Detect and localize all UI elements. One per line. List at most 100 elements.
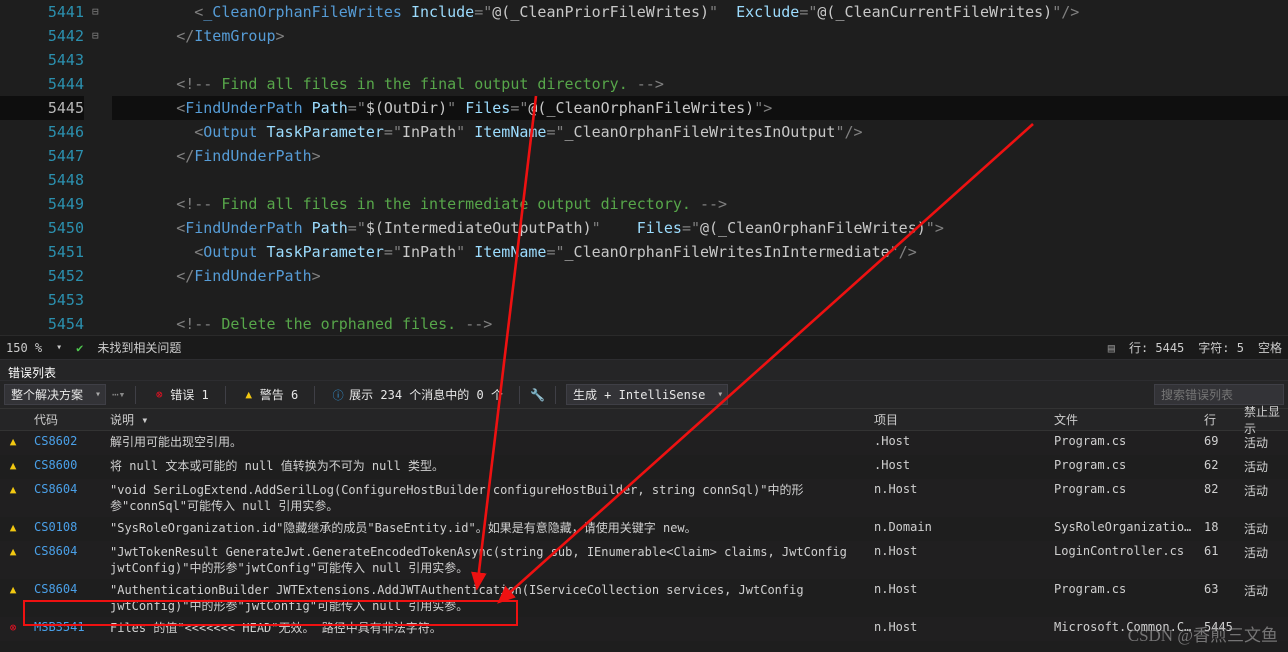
error-code[interactable]: CS8600 xyxy=(28,458,104,472)
error-code[interactable]: CS8604 xyxy=(28,482,104,496)
error-code[interactable]: CS8604 xyxy=(28,582,104,596)
line-number: 5447 xyxy=(0,144,84,168)
error-suppress: 活动 xyxy=(1238,434,1288,451)
error-project: n.Host xyxy=(868,482,1048,496)
error-line: 18 xyxy=(1198,520,1238,534)
build-filter-icon[interactable]: 🔧 xyxy=(530,388,545,402)
line-number: 5442 xyxy=(0,24,84,48)
annotation-highlight-box xyxy=(23,600,518,626)
code-line[interactable]: </ItemGroup> xyxy=(112,24,1288,48)
fold-toggle[interactable]: ⊟ xyxy=(92,0,112,24)
warning-icon: ▲ xyxy=(242,388,256,402)
warning-icon: ▲ xyxy=(6,521,20,535)
code-line[interactable]: </FindUnderPath> xyxy=(112,144,1288,168)
warning-icon: ▲ xyxy=(6,583,20,597)
col-code[interactable]: 代码 xyxy=(28,411,104,428)
error-desc: "SysRoleOrganization.id"隐藏继承的成员"BaseEnti… xyxy=(104,520,868,536)
error-row[interactable]: ▲CS8600将 null 文本或可能的 null 值转换为不可为 null 类… xyxy=(0,455,1288,479)
fold-gutter[interactable]: ⊟⊟ xyxy=(92,0,112,335)
error-desc: 将 null 文本或可能的 null 值转换为不可为 null 类型。 xyxy=(104,458,868,474)
error-project: n.Host xyxy=(868,544,1048,558)
line-number: 5454 xyxy=(0,312,84,336)
code-line[interactable]: <FindUnderPath Path="$(OutDir)" Files="@… xyxy=(112,96,1288,120)
line-number: 5445 xyxy=(0,96,84,120)
error-desc: "void SeriLogExtend.AddSerilLog(Configur… xyxy=(104,482,868,514)
error-file[interactable]: Program.cs xyxy=(1048,458,1198,472)
error-row[interactable]: ▲ CS0108"SysRoleOrganization.id"隐藏继承的成员"B… xyxy=(0,517,1288,541)
col-sup[interactable]: 禁止显示 xyxy=(1238,403,1288,437)
warning-icon: ▲ xyxy=(6,483,20,497)
health-check-icon: ✔ xyxy=(76,341,83,355)
error-code[interactable]: CS0108 xyxy=(28,520,104,534)
error-file[interactable]: SysRoleOrganization.cs xyxy=(1048,520,1198,534)
code-line[interactable]: <!-- Find all files in the intermediate … xyxy=(112,192,1288,216)
error-file[interactable]: Program.cs xyxy=(1048,482,1198,496)
error-code[interactable]: CS8604 xyxy=(28,544,104,558)
error-line: 63 xyxy=(1198,582,1238,596)
code-editor[interactable]: 5441544254435444544554465447544854495450… xyxy=(0,0,1288,335)
error-suppress: 活动 xyxy=(1238,458,1288,475)
errors-filter-button[interactable]: ⊗ 错误 1 xyxy=(146,384,214,406)
error-line: 82 xyxy=(1198,482,1238,496)
error-row[interactable]: ▲ CS8604"void SeriLogExtend.AddSerilLog(C… xyxy=(0,479,1288,517)
error-file[interactable]: Program.cs xyxy=(1048,582,1198,596)
zoom-level[interactable]: 150 % xyxy=(6,341,42,355)
error-list-tab[interactable]: 错误列表 xyxy=(0,359,1288,381)
error-row[interactable]: ▲ CS8604"JwtTokenResult GenerateJwt.Gener… xyxy=(0,541,1288,579)
editor-status-bar: 150 % ▾ ✔ 未找到相关问题 ▤ 行: 5445 字符: 5 空格 xyxy=(0,335,1288,359)
minimap-icon[interactable]: ▤ xyxy=(1108,341,1115,355)
error-icon: ⊗ xyxy=(6,621,20,635)
line-number: 5450 xyxy=(0,216,84,240)
error-line: 61 xyxy=(1198,544,1238,558)
separator xyxy=(519,386,520,404)
code-line[interactable]: <Output TaskParameter="InPath" ItemName=… xyxy=(112,240,1288,264)
col-proj[interactable]: 项目 xyxy=(868,411,1048,428)
code-line[interactable] xyxy=(112,48,1288,72)
error-line: 69 xyxy=(1198,434,1238,448)
error-project: n.Host xyxy=(868,582,1048,596)
whitespace-mode: 空格 xyxy=(1258,339,1282,356)
line-number: 5451 xyxy=(0,240,84,264)
code-line[interactable] xyxy=(112,168,1288,192)
build-dropdown[interactable]: 生成 + IntelliSense xyxy=(566,384,728,405)
col-line[interactable]: 行 xyxy=(1198,411,1238,428)
error-desc: "JwtTokenResult GenerateJwt.GenerateEnco… xyxy=(104,544,868,576)
warning-icon: ▲ xyxy=(6,545,20,559)
code-line[interactable]: <!-- Find all files in the final output … xyxy=(112,72,1288,96)
error-suppress: 活动 xyxy=(1238,582,1288,599)
separator xyxy=(225,386,226,404)
separator xyxy=(135,386,136,404)
col-file[interactable]: 文件 xyxy=(1048,411,1198,428)
error-project: .Host xyxy=(868,434,1048,448)
error-code[interactable]: CS8602 xyxy=(28,434,104,448)
error-file[interactable]: Program.cs xyxy=(1048,434,1198,448)
error-list-toolbar: 整个解决方案 ⋯▾ ⊗ 错误 1 ▲ 警告 6 ⓘ 展示 234 个消息中的 0… xyxy=(0,381,1288,409)
error-icon: ⊗ xyxy=(152,388,166,402)
line-number: 5449 xyxy=(0,192,84,216)
code-line[interactable]: <FindUnderPath Path="$(IntermediateOutpu… xyxy=(112,216,1288,240)
dropdown-extra-icon[interactable]: ⋯▾ xyxy=(112,388,125,401)
messages-filter-button[interactable]: ⓘ 展示 234 个消息中的 0 个 xyxy=(325,384,509,406)
code-line[interactable]: <Output TaskParameter="InPath" ItemName=… xyxy=(112,120,1288,144)
code-line[interactable]: <_CleanOrphanFileWrites Include="@(_Clea… xyxy=(112,0,1288,24)
code-line[interactable]: <!-- Delete the orphaned files. --> xyxy=(112,312,1288,336)
health-check-text: 未找到相关问题 xyxy=(97,339,181,356)
code-line[interactable] xyxy=(112,288,1288,312)
col-desc[interactable]: 说明 ▾ xyxy=(104,411,868,428)
line-number: 5443 xyxy=(0,48,84,72)
line-number-gutter: 5441544254435444544554465447544854495450… xyxy=(0,0,92,335)
line-number: 5452 xyxy=(0,264,84,288)
caret-line: 行: 5445 xyxy=(1129,339,1184,356)
code-area[interactable]: <_CleanOrphanFileWrites Include="@(_Clea… xyxy=(112,0,1288,335)
chevron-down-icon[interactable]: ▾ xyxy=(56,342,62,353)
fold-toggle[interactable]: ⊟ xyxy=(92,24,112,48)
warnings-filter-button[interactable]: ▲ 警告 6 xyxy=(236,384,304,406)
code-line[interactable]: </FindUnderPath> xyxy=(112,264,1288,288)
line-number: 5446 xyxy=(0,120,84,144)
scope-dropdown[interactable]: 整个解决方案 xyxy=(4,384,106,405)
error-grid-header[interactable]: 代码 说明 ▾ 项目 文件 行 禁止显示 xyxy=(0,409,1288,431)
line-number: 5448 xyxy=(0,168,84,192)
separator xyxy=(555,386,556,404)
error-file[interactable]: LoginController.cs xyxy=(1048,544,1198,558)
error-row[interactable]: ▲CS8602解引用可能出现空引用。.HostProgram.cs69活动 xyxy=(0,431,1288,455)
